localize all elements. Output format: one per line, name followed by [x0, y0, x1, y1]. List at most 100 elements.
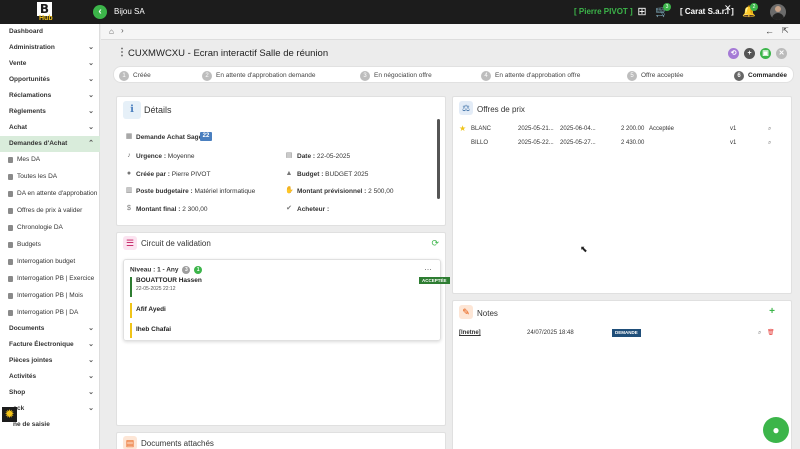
offer-status: Acceptée: [649, 126, 675, 132]
document-icon: [8, 174, 13, 180]
sidebar-item-dashboard[interactable]: Dashboard: [0, 24, 100, 40]
close-tenant-icon[interactable]: ✕: [724, 3, 732, 14]
note-author[interactable]: [Inetne]: [459, 327, 481, 339]
sidebar-item-label: Chronologie DA: [17, 224, 63, 231]
documents-card: ▤ Documents attachés: [116, 432, 446, 449]
sidebar-subitem-toutes-da[interactable]: Toutes les DA: [0, 169, 100, 185]
search-icon[interactable]: ⌕: [768, 137, 771, 149]
document-icon: [8, 276, 13, 282]
step-5[interactable]: 5 Offre acceptée: [627, 70, 684, 81]
search-icon[interactable]: ⌕: [758, 327, 761, 339]
table-row[interactable]: BILLO 2025-05-22... 2025-05-27... 2 430.…: [459, 137, 779, 149]
sidebar-item-achat[interactable]: Achat ⌄: [0, 120, 100, 136]
offer-date-start: 2025-05-22...: [518, 140, 554, 146]
sidebar-item-label: Vente: [9, 60, 27, 67]
sidebar-item-vente[interactable]: Vente ⌄: [0, 56, 100, 72]
sidebar-item-activites[interactable]: Activités ⌄: [0, 369, 100, 385]
briefcase-icon: ▥: [125, 187, 133, 194]
calendar-icon: ▤: [285, 152, 293, 159]
approver-name: BOUATTOUR Hassen: [136, 277, 202, 284]
sidebar-subitem-pb-da[interactable]: Interrogation PB | DA: [0, 305, 100, 321]
details-scrollbar[interactable]: [437, 119, 440, 199]
sidebar-item-label: Interrogation budget: [17, 258, 76, 265]
external-link-icon[interactable]: ⇱: [782, 26, 789, 35]
sidebar-item-label: Offres de prix à valider: [17, 207, 83, 214]
collapse-sidebar-button[interactable]: ‹: [93, 5, 107, 19]
documents-card-header: ▤ Documents attachés: [117, 433, 445, 449]
step-4[interactable]: 4 En attente d'approbation offre: [481, 70, 580, 81]
chevron-down-icon: ⌄: [88, 60, 94, 67]
sidebar-item-administration[interactable]: Administration ⌄: [0, 40, 100, 56]
page-header: ⋮ CUXMWCXU - Ecran interactif Salle de r…: [113, 43, 794, 64]
sync-icon[interactable]: ⟲: [728, 48, 739, 59]
sage-value-badge[interactable]: 22: [200, 132, 212, 141]
more-vertical-icon[interactable]: ⋮: [117, 47, 127, 58]
documents-title: Documents attachés: [141, 439, 214, 448]
sidebar-item-facture[interactable]: Facture Électronique ⌄: [0, 337, 100, 353]
table-row[interactable]: [Inetne] 24/07/2025 18:48 DEMANDE ⌕ 🗑: [459, 327, 779, 339]
status-badge: DEMANDE: [612, 329, 641, 337]
sidebar-item-documents[interactable]: Documents ⌄: [0, 321, 100, 337]
table-row[interactable]: ★ BLANC 2025-05-21... 2025-06-04... 2 20…: [459, 123, 779, 135]
step-number: 6: [734, 71, 744, 81]
mouse-cursor-icon: ⬉: [580, 244, 588, 254]
close-icon[interactable]: ✕: [776, 48, 787, 59]
step-2[interactable]: 2 En attente d'approbation demande: [202, 70, 316, 81]
step-label: Commandée: [748, 72, 788, 79]
sidebar-subitem-chronologie[interactable]: Chronologie DA: [0, 220, 100, 236]
sidebar-subitem-budgets[interactable]: Budgets: [0, 237, 100, 253]
sidebar-item-label: Administration: [9, 44, 55, 51]
settings-gear-icon[interactable]: ✹: [2, 407, 17, 422]
more-horizontal-icon[interactable]: …: [424, 263, 432, 272]
search-icon[interactable]: ⌕: [768, 123, 771, 135]
sidebar-item-label: Demandes d'Achat: [9, 140, 68, 147]
chevron-down-icon: ⌄: [88, 373, 94, 380]
sidebar-subitem-pb-mois[interactable]: Interrogation PB | Mois: [0, 288, 100, 304]
offres-card: ⚖ Offres de prix ★ BLANC 2025-05-21... 2…: [452, 96, 792, 294]
sidebar-item-reglements[interactable]: Règlements ⌄: [0, 104, 100, 120]
save-icon[interactable]: ▣: [760, 48, 771, 59]
chevron-down-icon: ⌄: [88, 405, 94, 412]
note-date: 24/07/2025 18:48: [527, 330, 574, 336]
step-6[interactable]: 6 Commandée: [734, 70, 787, 81]
step-3[interactable]: 3 En négociation offre: [360, 70, 432, 81]
sidebar-item-opportunites[interactable]: Opportunités ⌄: [0, 72, 100, 88]
avatar[interactable]: [770, 4, 786, 20]
logo-letter: B: [37, 2, 52, 16]
sidebar-item-label: Facture Électronique: [9, 341, 74, 348]
add-icon[interactable]: +: [744, 48, 755, 59]
app-logo[interactable]: B Hub: [37, 2, 59, 22]
trash-icon[interactable]: 🗑: [767, 327, 775, 339]
star-icon[interactable]: ★: [459, 123, 466, 135]
sidebar-subitem-pb-exercice[interactable]: Interrogation PB | Exercice: [0, 271, 100, 287]
grid-icon[interactable]: ⊞: [635, 5, 649, 19]
offer-date-end: 2025-06-04...: [560, 126, 596, 132]
offres-title: Offres de prix: [477, 105, 525, 114]
level-count-badge: 3: [182, 266, 191, 274]
sidebar-item-label: Dashboard: [9, 28, 43, 35]
sidebar-item-demandes-achat[interactable]: Demandes d'Achat ⌃: [0, 136, 100, 152]
status-stepper: 1 Créée 2 En attente d'approbation demande…: [113, 66, 794, 83]
current-user[interactable]: [ Pierre PIVOT ]: [574, 7, 633, 16]
building-icon: ▦: [125, 133, 133, 140]
sidebar-subitem-mes-da[interactable]: Mes DA: [0, 152, 100, 168]
step-number: 4: [481, 71, 491, 81]
sidebar-item-reclamations[interactable]: Réclamations ⌄: [0, 88, 100, 104]
arrow-left-icon[interactable]: ←: [765, 26, 774, 36]
step-1[interactable]: 1 Créée: [119, 70, 151, 81]
sidebar-item-shop[interactable]: Shop ⌄: [0, 385, 100, 401]
chevron-down-icon: ⌄: [88, 341, 94, 348]
sidebar-item-pieces-jointes[interactable]: Pièces jointes ⌄: [0, 353, 100, 369]
user-icon: ●: [126, 170, 132, 177]
home-icon[interactable]: ⌂: [109, 27, 114, 36]
step-label: En négociation offre: [374, 72, 432, 79]
chat-bubble-icon[interactable]: ●: [763, 417, 789, 443]
refresh-icon[interactable]: ⟳: [431, 238, 439, 249]
montant-prev-value: 2 500,00: [368, 188, 394, 195]
sidebar-item-label: Achat: [9, 124, 28, 131]
sidebar-subitem-da-attente[interactable]: DA en attente d'approbation: [0, 186, 100, 202]
sidebar-subitem-interrogation-budget[interactable]: Interrogation budget: [0, 254, 100, 270]
chevron-up-icon: ⌃: [88, 140, 94, 147]
add-note-icon[interactable]: +: [769, 306, 775, 317]
sidebar-subitem-offres-valider[interactable]: Offres de prix à valider: [0, 203, 100, 219]
